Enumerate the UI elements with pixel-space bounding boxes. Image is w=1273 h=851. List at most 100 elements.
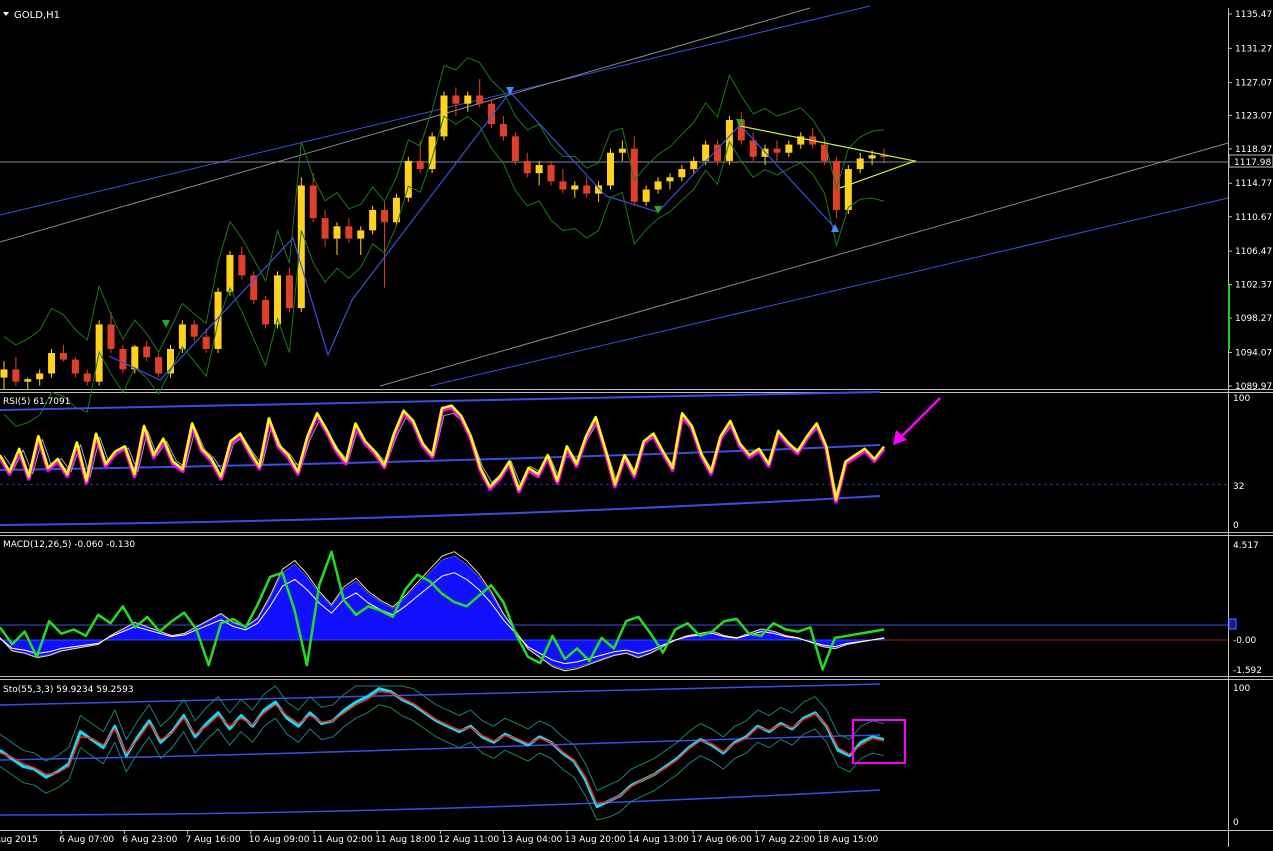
candle-body[interactable] [226,254,234,292]
time-tick-label: 13 Aug 20:00 [565,835,626,845]
macd-value-marker [1228,618,1237,630]
candle-body[interactable] [618,148,626,153]
candle-body[interactable] [856,158,864,170]
candle-body[interactable] [333,226,341,239]
sto-tick-label: 100 [1233,684,1250,694]
candle-body[interactable] [0,369,8,378]
candle-body[interactable] [59,353,67,360]
candle-body[interactable] [357,230,365,239]
candle-body[interactable] [83,373,91,382]
candle-body[interactable] [238,254,246,276]
candle-body[interactable] [499,124,507,137]
price-tick-label: 1106.47 [1235,247,1272,257]
time-tick-label: 6 Aug 07:00 [59,835,114,845]
price-tick-label: 1089.97 [1235,382,1272,392]
macd-tick-label: -1.592 [1233,666,1262,676]
time-tick-label: 12 Aug 11:00 [438,835,499,845]
time-tick-label: 10 Aug 09:00 [249,835,310,845]
candle-body[interactable] [595,185,603,194]
candle-body[interactable] [511,136,519,161]
price-tick-label: 1131.27 [1235,44,1272,54]
macd-label: MACD(12,26,5) -0.060 -0.130 [3,540,135,550]
rsi-tick-label: 100 [1233,394,1250,404]
time-tick-label: 17 Aug 06:00 [691,835,752,845]
symbol-label: GOLD,H1 [14,10,60,21]
candle-body[interactable] [535,165,543,174]
candle-body[interactable] [606,152,614,186]
candle-body[interactable] [309,185,317,219]
candle-body[interactable] [155,357,163,374]
time-tick-label: 17 Aug 22:00 [754,835,815,845]
candle-body[interactable] [381,209,389,223]
rsi-tick-label: 0 [1233,521,1239,531]
price-tick-label: 1098.27 [1235,314,1272,324]
candle-body[interactable] [725,120,733,161]
candle-body[interactable] [678,169,686,178]
chart-canvas[interactable]: GOLD,H1 1135.47 1131.27 1127.07 1123.07 1118… [0,0,1273,847]
candle-body[interactable] [583,185,591,194]
current-price-tag: 1117.98 [1228,154,1273,168]
sto-tick-label: 0 [1233,818,1239,828]
time-tick-label: 11 Aug 02:00 [312,835,373,845]
time-tick-label: 13 Aug 04:00 [502,835,563,845]
candle-body[interactable] [547,165,555,182]
chart-window[interactable]: GOLD,H1 1135.47 1131.27 1127.07 1123.07 1118… [0,0,1273,847]
candle-body[interactable] [654,181,662,190]
candle-body[interactable] [321,218,329,239]
candle-body[interactable] [119,348,127,370]
price-tick-label: 1094.07 [1235,348,1272,358]
candle-body[interactable] [844,169,852,210]
rsi-label: RSI(5) 61.7091 [3,397,70,407]
rsi-tick-label: 32 [1233,482,1244,492]
candle-body[interactable] [404,160,412,198]
candle-body[interactable] [107,324,115,349]
price-tick-label: 1123.07 [1235,111,1272,121]
candle-body[interactable] [274,275,282,325]
time-tick-label: 7 Aug 16:00 [186,835,241,845]
candle-body[interactable] [178,324,186,349]
candle-body[interactable] [476,95,484,104]
price-tick-label: 1118.97 [1235,145,1272,155]
candle-body[interactable] [48,353,56,374]
candle-body[interactable] [190,324,198,337]
candle-body[interactable] [452,95,460,104]
price-tick-label: 1110.67 [1235,213,1272,223]
candle-body[interactable] [285,275,293,309]
time-tick-label: 14 Aug 13:00 [628,835,689,845]
candle-body[interactable] [464,95,472,104]
candle-body[interactable] [262,299,270,325]
candle-body[interactable] [642,189,650,202]
candle-body[interactable] [416,160,424,170]
candle-body[interactable] [345,226,353,239]
price-tick-label: 1102.37 [1235,281,1272,291]
price-tick-label: 1114.77 [1235,179,1272,189]
time-tick-label: 5 Aug 2015 [0,835,38,845]
candle-body[interactable] [71,359,79,374]
candle-body[interactable] [785,144,793,153]
candle-body[interactable] [690,160,698,170]
candle-body[interactable] [523,160,531,174]
candle-body[interactable] [202,336,210,349]
candle-body[interactable] [369,209,377,231]
candle-body[interactable] [832,160,840,210]
candle-body[interactable] [559,181,567,190]
time-tick-label: 18 Aug 15:00 [818,835,879,845]
current-price-label: 1117.98 [1234,158,1271,168]
candle-body[interactable] [36,373,44,380]
macd-tick-label: 4.517 [1233,541,1259,551]
time-tick-label: 11 Aug 18:00 [375,835,436,845]
candle-body[interactable] [868,155,876,159]
candle-body[interactable] [749,140,757,157]
candle-body[interactable] [773,148,781,153]
candle-body[interactable] [12,369,20,382]
macd-tick-label: -0.00 [1233,636,1257,646]
candle-body[interactable] [571,185,579,190]
time-tick-label: 6 Aug 23:00 [122,835,177,845]
candle-body[interactable] [630,148,638,202]
candle-body[interactable] [666,177,674,182]
candle-body[interactable] [24,379,32,382]
candle-body[interactable] [143,346,151,358]
candle-body[interactable] [131,346,139,370]
candle-body[interactable] [297,185,305,309]
price-tick-label: 1135.47 [1235,10,1272,20]
